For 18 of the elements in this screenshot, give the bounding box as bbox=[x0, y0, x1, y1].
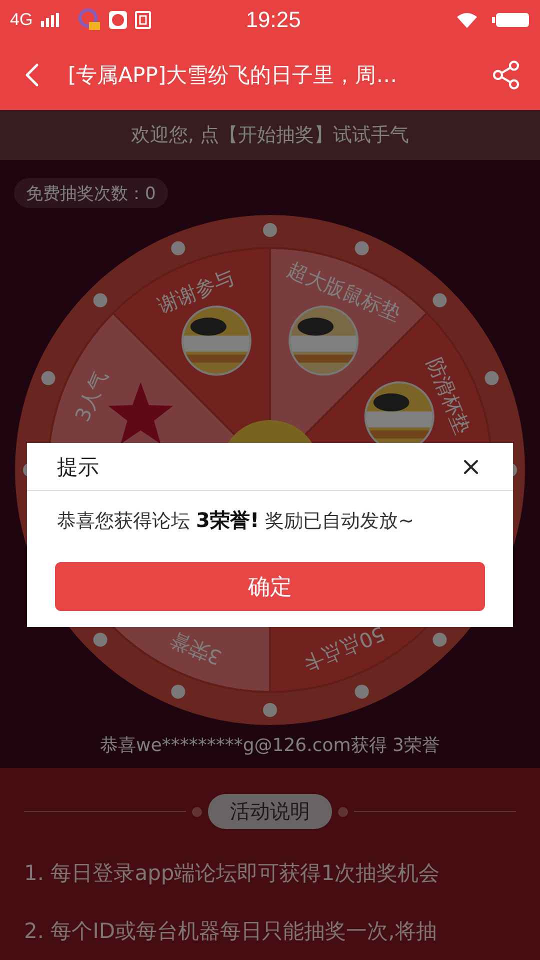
prize-label: 谢谢参与 bbox=[154, 264, 238, 318]
prize-label: 3人气 bbox=[70, 366, 112, 425]
clock: 19:25 bbox=[246, 7, 301, 33]
prize-label: 超大版鼠标垫 bbox=[284, 257, 404, 326]
rule-text: 2. 每个ID或每台机器每日只能抽奖一次,将抽 bbox=[24, 918, 438, 945]
prize-label: 防滑杯垫 bbox=[422, 354, 476, 438]
dialog-title: 提示 bbox=[57, 454, 99, 480]
dialog-message: 恭喜您获得论坛 3荣誉! 奖励已自动发放~ bbox=[57, 507, 416, 534]
page-title: [专属APP]大雪纷飞的日子里，周… bbox=[68, 62, 398, 89]
confirm-button[interactable]: 确定 bbox=[55, 562, 485, 611]
rules-title: 活动说明 bbox=[208, 794, 332, 829]
winner-notice: 恭喜we*********g@126.com获得 3荣誉 bbox=[100, 734, 440, 757]
prize-label: 50点点卡 bbox=[300, 621, 388, 676]
rule-text: 1. 每日登录app端论坛即可获得1次抽奖机会 bbox=[24, 860, 441, 887]
welcome-banner: 欢迎您, 点【开始抽奖】试试手气 bbox=[0, 110, 540, 160]
free-draws-counter: 免费抽奖次数：0 bbox=[14, 178, 168, 208]
prize-label: 3荣誉 bbox=[166, 628, 225, 670]
network-label: 4G bbox=[10, 10, 33, 30]
